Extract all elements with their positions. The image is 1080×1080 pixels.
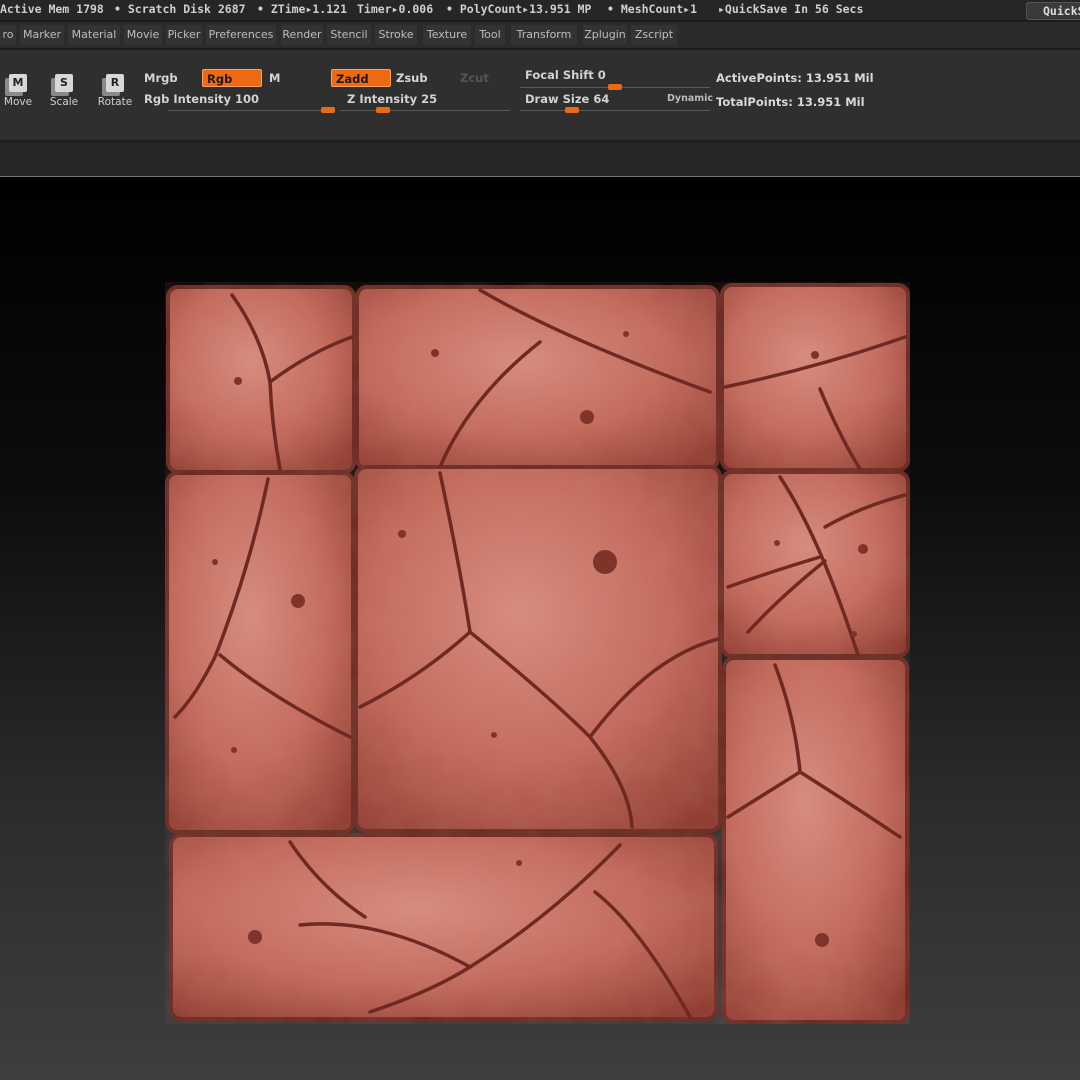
scale-icon: S bbox=[55, 74, 73, 92]
quicksave-status: ▸QuickSave In 56 Secs bbox=[718, 2, 864, 16]
rgb-button[interactable]: Rgb bbox=[202, 69, 262, 87]
move-icon: M bbox=[9, 74, 27, 92]
mrgb-button[interactable]: Mrgb bbox=[140, 69, 198, 87]
rgb-intensity-knob[interactable] bbox=[321, 107, 335, 113]
document-canvas[interactable] bbox=[0, 177, 1080, 1080]
menu-item-tool[interactable]: Tool bbox=[475, 25, 505, 45]
polycount-readout: • PolyCount▸13.951 MP bbox=[446, 2, 592, 16]
menu-bar: ro Marker Material Movie Picker Preferen… bbox=[0, 22, 1080, 48]
dynamic-toggle[interactable]: Dynamic bbox=[667, 93, 713, 104]
menu-item-marker[interactable]: Marker bbox=[20, 25, 64, 45]
quicksave-button[interactable]: QuickSave bbox=[1026, 2, 1080, 20]
menu-item-transform[interactable]: Transform bbox=[511, 25, 577, 45]
menu-item-stroke[interactable]: Stroke bbox=[375, 25, 417, 45]
zcut-button[interactable]: Zcut bbox=[456, 69, 506, 87]
menu-item-material[interactable]: Material bbox=[68, 25, 120, 45]
rgb-intensity-label: Rgb Intensity 100 bbox=[144, 92, 260, 106]
total-points-readout: TotalPoints: 13.951 Mil bbox=[716, 95, 865, 109]
scratch-disk-readout: • Scratch Disk 2687 bbox=[114, 2, 246, 16]
scale-tool-label: Scale bbox=[49, 96, 79, 108]
rotate-tool-label: Rotate bbox=[97, 96, 133, 108]
zadd-button[interactable]: Zadd bbox=[331, 69, 391, 87]
clay-texture bbox=[165, 282, 910, 1024]
menu-item-stencil[interactable]: Stencil bbox=[327, 25, 371, 45]
rgb-intensity-slider[interactable] bbox=[168, 110, 328, 111]
focal-shift-label: Focal Shift 0 bbox=[525, 68, 606, 82]
stone-tiles-sculpt bbox=[165, 282, 910, 1024]
z-intensity-slider[interactable] bbox=[340, 110, 510, 111]
timer-readout: Timer▸0.006 bbox=[357, 2, 434, 16]
meshcount-readout: • MeshCount▸1 bbox=[607, 2, 698, 16]
draw-size-label: Draw Size 64 bbox=[525, 92, 610, 106]
m-button[interactable]: M bbox=[265, 69, 325, 87]
z-intensity-label: Z Intensity 25 bbox=[347, 92, 438, 106]
menu-item-picker[interactable]: Picker bbox=[166, 25, 202, 45]
toolbar-shelf bbox=[0, 143, 1080, 176]
scale-tool-button[interactable]: S Scale bbox=[42, 74, 86, 114]
active-points-readout: ActivePoints: 13.951 Mil bbox=[716, 71, 874, 85]
focal-shift-knob[interactable] bbox=[608, 84, 622, 90]
menu-item-preferences[interactable]: Preferences bbox=[206, 25, 276, 45]
draw-size-knob[interactable] bbox=[565, 107, 579, 113]
draw-size-slider[interactable] bbox=[520, 110, 710, 111]
ztime-readout: • ZTime▸1.121 bbox=[257, 2, 348, 16]
z-intensity-knob[interactable] bbox=[375, 107, 390, 113]
menu-item-macro[interactable]: ro bbox=[0, 25, 16, 45]
menu-item-texture[interactable]: Texture bbox=[423, 25, 471, 45]
menu-item-render[interactable]: Render bbox=[281, 25, 323, 45]
toolbar: M Move S Scale R Rotate Mrgb Rgb M Zadd … bbox=[0, 50, 1080, 140]
move-tool-button[interactable]: M Move bbox=[0, 74, 40, 114]
menu-item-zscript[interactable]: Zscript bbox=[631, 25, 677, 45]
move-tool-label: Move bbox=[3, 96, 33, 108]
menu-item-zplugin[interactable]: Zplugin bbox=[583, 25, 627, 45]
active-mem-readout: Active Mem 1798 bbox=[0, 2, 104, 16]
zsub-button[interactable]: Zsub bbox=[392, 69, 452, 87]
menu-item-movie[interactable]: Movie bbox=[124, 25, 162, 45]
rotate-icon: R bbox=[106, 74, 124, 92]
rotate-tool-button[interactable]: R Rotate bbox=[93, 74, 137, 114]
status-bar: Active Mem 1798 • Scratch Disk 2687 • ZT… bbox=[0, 0, 1080, 20]
